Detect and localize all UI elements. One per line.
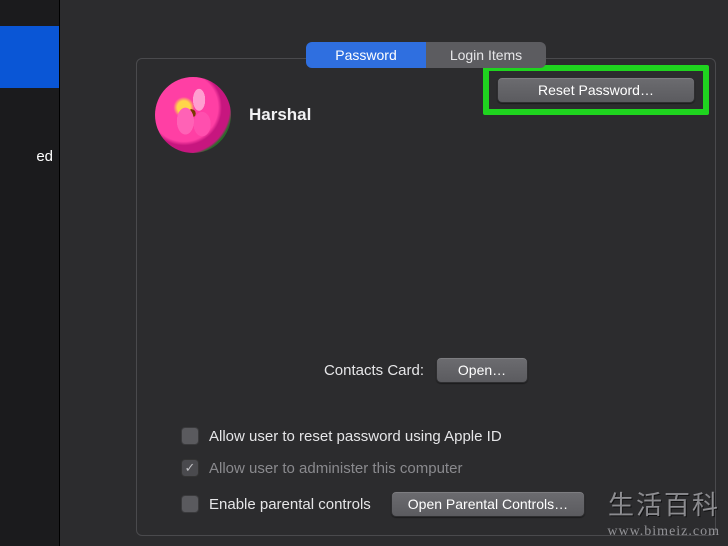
checkbox-admin: ✓ (181, 459, 199, 477)
user-panel: Harshal Reset Password… Contacts Card: O… (136, 58, 716, 536)
checkbox-row-parental: Enable parental controls Open Parental C… (181, 491, 585, 517)
highlight-annotation: Reset Password… (483, 65, 709, 115)
checkbox-row-apple-id: Allow user to reset password using Apple… (181, 427, 585, 445)
sidebar-item-label-fragment: ed (0, 148, 59, 165)
contacts-card-label: Contacts Card: (324, 362, 424, 379)
checkbox-apple-id-label: Allow user to reset password using Apple… (209, 428, 502, 445)
checkbox-parental-label: Enable parental controls (209, 496, 371, 513)
open-contacts-button[interactable]: Open… (436, 357, 528, 383)
checkbox-admin-label: Allow user to administer this computer (209, 460, 462, 477)
checkbox-row-admin: ✓ Allow user to administer this computer (181, 459, 585, 477)
sidebar: ed (0, 0, 60, 546)
avatar[interactable] (155, 77, 231, 153)
user-name: Harshal (249, 105, 311, 125)
tab-login-items[interactable]: Login Items (426, 42, 546, 68)
checkbox-apple-id[interactable] (181, 427, 199, 445)
checkbox-parental[interactable] (181, 495, 199, 513)
open-parental-controls-button[interactable]: Open Parental Controls… (391, 491, 585, 517)
sidebar-item-selected[interactable] (0, 26, 59, 88)
reset-password-button[interactable]: Reset Password… (497, 77, 695, 103)
tab-password[interactable]: Password (306, 42, 426, 68)
tab-bar: Password Login Items (306, 42, 546, 68)
